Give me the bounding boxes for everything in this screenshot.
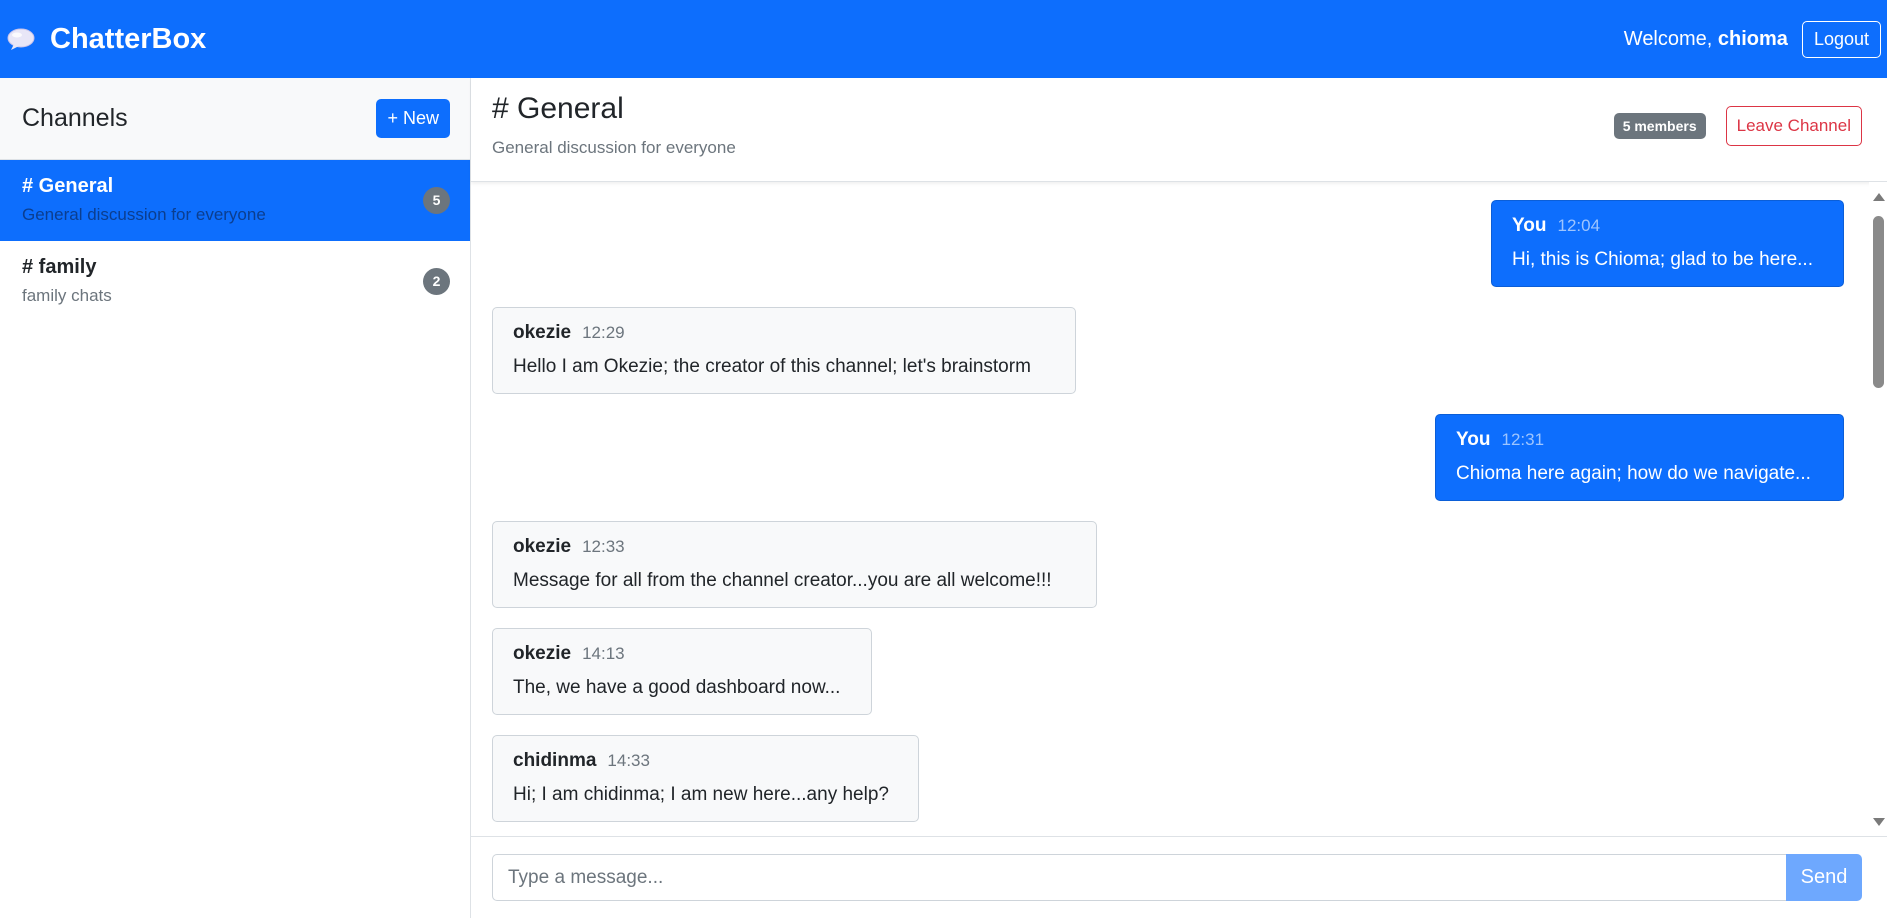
- new-channel-button[interactable]: + New: [376, 99, 450, 138]
- message-bubble: You 12:04 Hi, this is Chioma; glad to be…: [1491, 200, 1844, 287]
- scrollbar-thumb[interactable]: [1873, 216, 1884, 388]
- sidebar-header: Channels + New: [0, 78, 470, 160]
- message-time: 12:33: [582, 537, 625, 556]
- message-bubble: You 12:31 Chioma here again; how do we n…: [1435, 414, 1844, 501]
- chat-panel: # General General discussion for everyon…: [471, 78, 1887, 918]
- channel-name: # General: [22, 175, 114, 197]
- welcome-text: Welcome, chioma: [1624, 28, 1788, 51]
- message-text: The, we have a good dashboard now...: [513, 677, 841, 698]
- channel-title: # General: [492, 92, 624, 125]
- message-time: 14:33: [607, 751, 650, 770]
- message-scrollbar[interactable]: [1869, 182, 1887, 836]
- members-badge: 5 members: [1613, 113, 1706, 139]
- channel-subtitle: General discussion for everyone: [492, 138, 736, 157]
- message-author: okezie: [513, 536, 572, 557]
- welcome-prefix: Welcome,: [1623, 27, 1713, 50]
- message-author: okezie: [513, 322, 572, 343]
- sidebar-title: Channels: [22, 104, 128, 132]
- send-button[interactable]: Send: [1786, 854, 1862, 901]
- message-text: Hi, this is Chioma; glad to be here...: [1512, 249, 1813, 270]
- logout-button[interactable]: Logout: [1801, 20, 1881, 58]
- message-text: Message for all from the channel creator…: [513, 570, 1052, 591]
- message-text: Chioma here again; how do we navigate...: [1456, 463, 1811, 484]
- current-username: chioma: [1717, 27, 1788, 50]
- message-bubble: okezie 14:13 The, we have a good dashboa…: [492, 628, 872, 715]
- speech-balloon-icon: [6, 26, 38, 52]
- top-navbar: ChatterBox Welcome, chioma Logout: [0, 0, 1887, 78]
- message-author: chidinma: [513, 750, 597, 771]
- channel-description: General discussion for everyone: [22, 205, 266, 224]
- message-author: okezie: [513, 643, 572, 664]
- message-time: 12:31: [1501, 430, 1545, 449]
- message-bubble: okezie 12:33 Message for all from the ch…: [492, 521, 1097, 608]
- message-composer: Send: [471, 836, 1887, 918]
- channels-sidebar: Channels + New # General General discuss…: [0, 78, 471, 918]
- message-time: 12:04: [1557, 216, 1601, 235]
- message-input[interactable]: [492, 854, 1786, 901]
- chat-header: # General General discussion for everyon…: [471, 78, 1887, 182]
- scroll-down-arrow-icon[interactable]: [1873, 818, 1885, 826]
- scroll-up-arrow-icon[interactable]: [1873, 193, 1885, 201]
- channel-item-general[interactable]: # General General discussion for everyon…: [0, 160, 470, 241]
- message-text: Hello I am Okezie; the creator of this c…: [513, 356, 1031, 377]
- message-text: Hi; I am chidinma; I am new here...any h…: [513, 784, 889, 805]
- message-time: 14:13: [582, 644, 625, 663]
- brand[interactable]: ChatterBox: [6, 23, 206, 56]
- message-list[interactable]: You 12:04 Hi, this is Chioma; glad to be…: [471, 182, 1887, 836]
- leave-channel-button[interactable]: Leave Channel: [1725, 106, 1862, 146]
- message-bubble: okezie 12:29 Hello I am Okezie; the crea…: [492, 307, 1076, 394]
- message-author: You: [1512, 215, 1547, 236]
- channel-name: # family: [22, 256, 97, 278]
- brand-name: ChatterBox: [50, 22, 207, 55]
- channel-description: family chats: [22, 286, 112, 305]
- channel-count-badge: 5: [423, 186, 450, 214]
- channel-count-badge: 2: [423, 267, 450, 295]
- message-author: You: [1456, 429, 1491, 450]
- message-bubble: chidinma 14:33 Hi; I am chidinma; I am n…: [492, 735, 919, 822]
- message-time: 12:29: [582, 323, 625, 342]
- channel-item-family[interactable]: # family family chats 2: [0, 241, 470, 322]
